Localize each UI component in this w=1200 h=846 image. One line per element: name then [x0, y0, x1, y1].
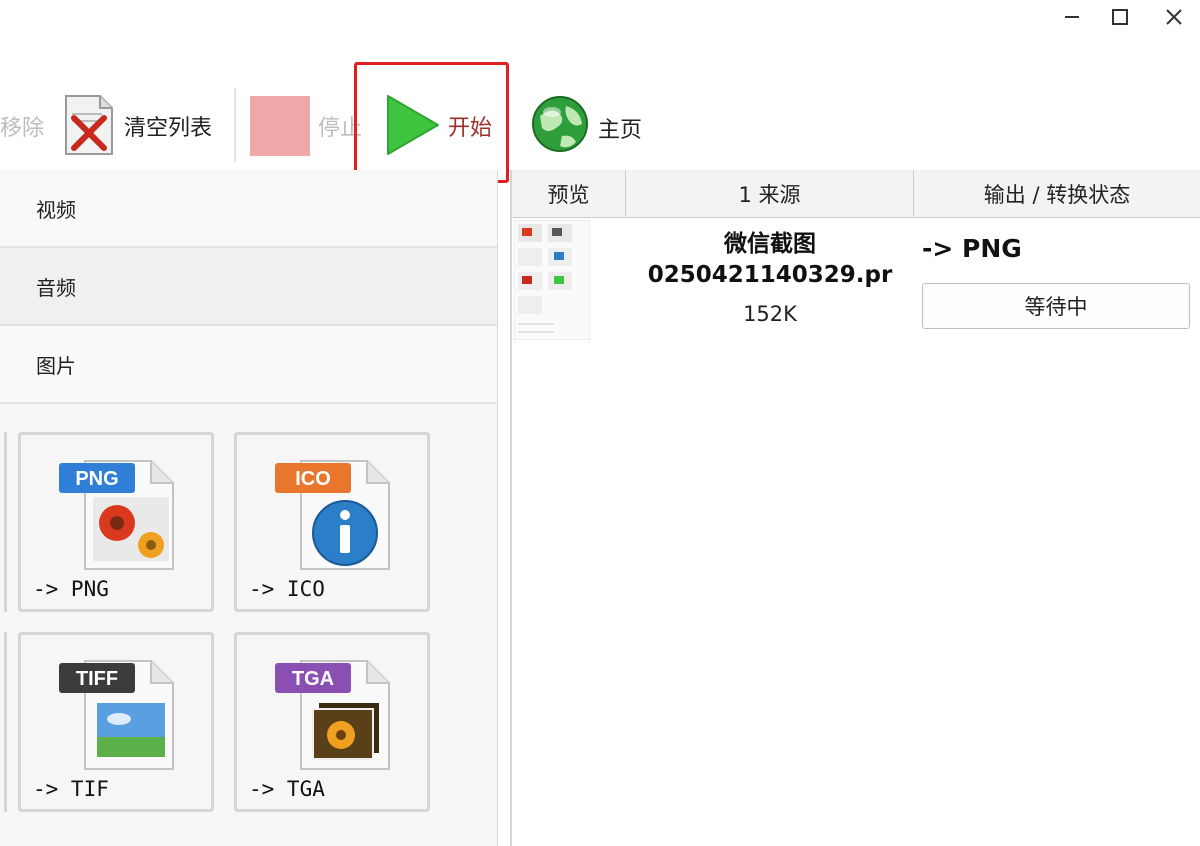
- column-header-label: 输出 / 转换状态: [983, 182, 1131, 207]
- play-icon: [387, 95, 439, 155]
- format-label: -> PNG: [33, 577, 109, 601]
- format-tile-tif[interactable]: TIFF -> TIF: [18, 632, 214, 812]
- format-tile-ico[interactable]: ICO -> ICO: [234, 432, 430, 612]
- clear-list-icon: [65, 95, 113, 155]
- tile-edge: [0, 432, 7, 612]
- column-header-source[interactable]: 1 来源: [626, 170, 914, 218]
- toolbar-divider: [234, 88, 236, 162]
- format-badge: ICO: [295, 468, 331, 490]
- output-format: -> PNG: [922, 234, 1022, 263]
- category-video[interactable]: 视频: [0, 170, 497, 248]
- category-label: 视频: [36, 198, 76, 222]
- source-filename-line2: 0250421140329.pr: [647, 262, 893, 288]
- start-button[interactable]: 开始: [380, 90, 505, 162]
- close-icon: [1166, 9, 1182, 25]
- column-header-label: 1 来源: [738, 182, 801, 207]
- preview-thumbnail: [514, 220, 590, 340]
- format-badge: PNG: [75, 468, 118, 490]
- minimize-button[interactable]: [1052, 0, 1092, 34]
- start-label: 开始: [448, 116, 493, 141]
- maximize-button[interactable]: [1100, 0, 1140, 34]
- ico-file-icon: ICO: [275, 460, 390, 570]
- clear-list-button[interactable]: 清空列表: [60, 92, 220, 158]
- column-header-label: 预览: [547, 182, 590, 207]
- source-filesize: 152K: [743, 302, 797, 326]
- format-badge: TGA: [292, 668, 334, 690]
- minimize-icon: [1065, 16, 1079, 18]
- remove-label: 移除: [0, 116, 45, 141]
- clear-list-label: 清空列表: [124, 116, 213, 141]
- source-filename-line1: 微信截图: [724, 231, 816, 257]
- category-image[interactable]: 图片: [0, 326, 497, 404]
- status-label: 等待中: [1024, 295, 1088, 319]
- left-panel: 视频 音频 图片 PNG -> PNG ICO -> ICO TIFF -> T…: [0, 170, 498, 846]
- format-tile-tga[interactable]: TGA -> TGA: [234, 632, 430, 812]
- format-label: -> TIF: [33, 777, 109, 801]
- status-button[interactable]: 等待中: [922, 283, 1190, 329]
- tga-file-icon: TGA: [275, 660, 390, 770]
- format-label: -> ICO: [249, 577, 325, 601]
- tile-edge: [0, 632, 7, 812]
- home-button[interactable]: 主页: [530, 94, 650, 156]
- column-header-output[interactable]: 输出 / 转换状态: [914, 170, 1200, 218]
- stop-button[interactable]: 停止: [248, 94, 368, 158]
- column-header-preview[interactable]: 预览: [512, 170, 626, 218]
- category-label: 音频: [36, 276, 76, 300]
- close-button[interactable]: [1154, 0, 1194, 34]
- globe-icon: [532, 96, 588, 152]
- remove-button[interactable]: 移除: [0, 110, 44, 142]
- format-label: -> TGA: [249, 777, 325, 801]
- png-file-icon: PNG: [59, 460, 174, 570]
- tif-file-icon: TIFF: [59, 660, 174, 770]
- stop-icon: [250, 96, 310, 156]
- format-badge: TIFF: [76, 668, 118, 690]
- home-label: 主页: [598, 118, 643, 143]
- category-label: 图片: [36, 354, 76, 378]
- category-audio[interactable]: 音频: [0, 248, 497, 326]
- format-tile-png[interactable]: PNG -> PNG: [18, 432, 214, 612]
- maximize-icon: [1112, 9, 1128, 25]
